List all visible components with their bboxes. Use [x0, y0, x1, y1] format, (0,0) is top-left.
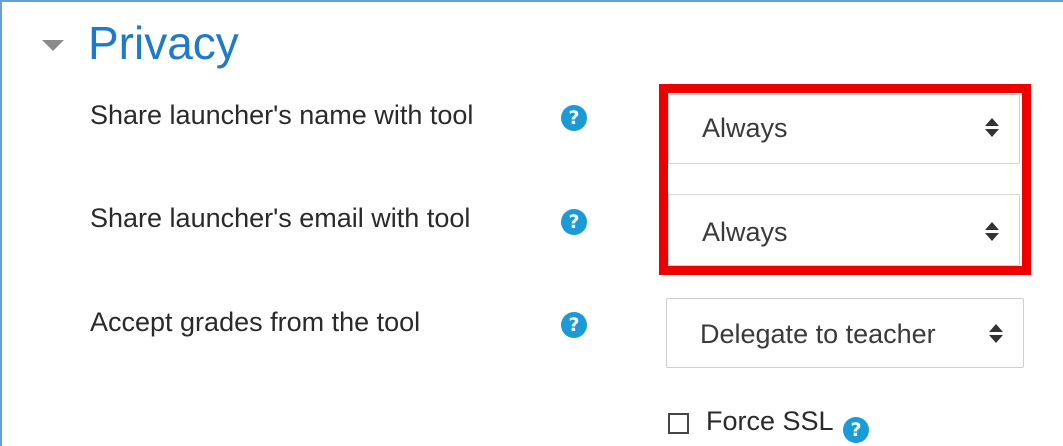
force-ssl-checkbox[interactable]: [668, 413, 689, 434]
question-circle-icon[interactable]: ?: [843, 417, 869, 443]
accept-grades-label: Accept grades from the tool: [90, 307, 421, 337]
question-circle-icon[interactable]: ?: [561, 209, 587, 235]
force-ssl-label[interactable]: Force SSL: [706, 406, 834, 437]
privacy-settings-panel: Privacy Share launcher's name with tool …: [0, 0, 1063, 446]
share-email-select-value: Always: [702, 217, 788, 247]
sort-arrows-icon: [985, 222, 999, 241]
share-name-label: Share launcher's name with tool: [90, 100, 474, 130]
question-circle-icon[interactable]: ?: [561, 312, 587, 338]
accept-grades-select-value: Delegate to teacher: [700, 319, 936, 349]
caret-down-icon[interactable]: [42, 39, 64, 51]
section-title: Privacy: [88, 17, 239, 69]
share-name-select[interactable]: Always: [668, 94, 1020, 164]
accept-grades-select[interactable]: Delegate to teacher: [666, 298, 1024, 368]
share-name-select-value: Always: [702, 113, 788, 143]
share-email-select[interactable]: Always: [668, 194, 1020, 266]
sort-arrows-icon: [989, 324, 1003, 343]
question-circle-icon[interactable]: ?: [561, 105, 587, 131]
share-email-label: Share launcher's email with tool: [90, 203, 471, 233]
privacy-section-header[interactable]: Privacy: [42, 14, 239, 72]
sort-arrows-icon: [985, 118, 999, 137]
